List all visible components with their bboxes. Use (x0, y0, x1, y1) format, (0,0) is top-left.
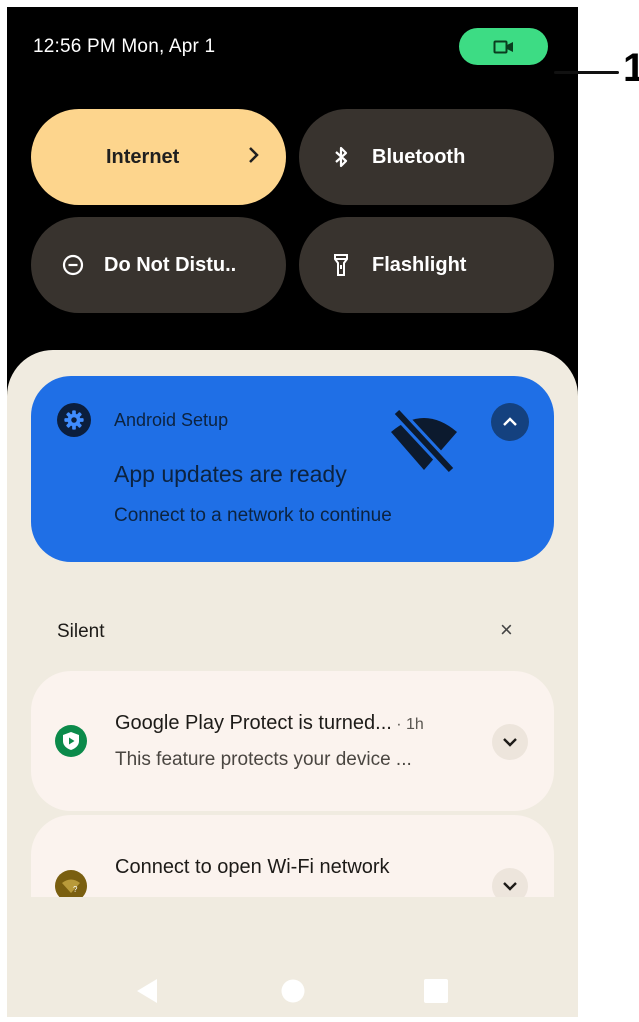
status-time-date: 12:56 PM Mon, Apr 1 (33, 36, 216, 57)
silent-section-label: Silent (57, 621, 105, 642)
tile-bluetooth-label: Bluetooth (372, 145, 466, 168)
notification-text: ZO (115, 895, 141, 897)
notification-text: This feature protects your device ... (115, 749, 412, 770)
tile-flashlight[interactable]: Flashlight (299, 217, 554, 313)
chevron-up-icon (503, 417, 517, 426)
expand-button[interactable] (492, 724, 528, 760)
chevron-down-icon (503, 738, 517, 747)
notification-app-name: Android Setup (114, 410, 229, 430)
expand-button[interactable] (492, 868, 528, 897)
notification-title-text: Google Play Protect is turned... (115, 712, 392, 734)
clear-silent-button[interactable]: × (500, 619, 513, 641)
notification-title: Connect to open Wi-Fi network (115, 856, 390, 878)
chevron-down-icon (503, 882, 517, 891)
videocam-icon (493, 40, 513, 53)
bluetooth-icon (330, 146, 352, 168)
notification-time: · 1h (391, 716, 424, 733)
notification-title: Google Play Protect is turned... · 1h (115, 712, 424, 735)
tile-internet[interactable]: Internet (31, 109, 286, 205)
shield-icon (55, 725, 87, 757)
back-icon[interactable] (135, 978, 159, 1004)
gear-icon (57, 403, 91, 437)
svg-text:?: ? (73, 885, 78, 894)
callout-number: 1 (623, 46, 639, 90)
home-icon[interactable] (280, 978, 306, 1004)
notification-open-wifi[interactable]: ? Connect to open Wi-Fi network ZO (31, 815, 554, 897)
notification-play-protect[interactable]: Google Play Protect is turned... · 1h Th… (31, 671, 554, 811)
chevron-right-icon (249, 147, 259, 163)
tile-do-not-disturb[interactable]: Do Not Distu.. (31, 217, 286, 313)
recents-icon[interactable] (423, 978, 449, 1004)
flashlight-icon (330, 254, 352, 276)
tile-bluetooth[interactable]: Bluetooth (299, 109, 554, 205)
tile-internet-label: Internet (106, 145, 180, 168)
navigation-bar (7, 962, 578, 1017)
tile-dnd-label: Do Not Distu.. (104, 253, 237, 276)
wifi-icon: ? (55, 870, 87, 897)
android-setup-notification[interactable]: Android Setup App updates are ready Conn… (31, 376, 554, 562)
notification-text: Connect to a network to continue (114, 505, 392, 526)
screen-record-indicator[interactable] (459, 28, 548, 65)
tile-flashlight-label: Flashlight (372, 253, 467, 276)
callout-line (554, 71, 619, 74)
wifi-off-icon (391, 407, 457, 474)
do-not-disturb-icon (62, 254, 84, 276)
notification-title: App updates are ready (114, 461, 347, 487)
phone-screen: 12:56 PM Mon, Apr 1 Internet Bluetooth D… (7, 7, 578, 1017)
collapse-button[interactable] (491, 403, 529, 441)
